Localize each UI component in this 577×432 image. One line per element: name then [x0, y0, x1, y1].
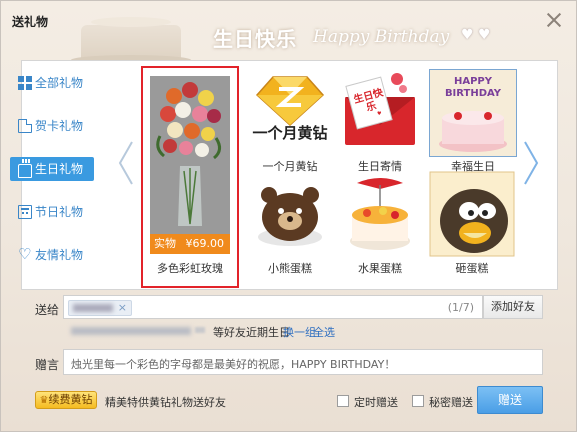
- close-icon[interactable]: [546, 12, 562, 28]
- gift-type-badge: 实物: [154, 237, 176, 250]
- gift-price: ¥69.00: [185, 237, 225, 250]
- message-input[interactable]: 烛光里每一个彩色的字母都是最美好的祝愿，HAPPY BIRTHDAY！: [63, 349, 543, 375]
- sidebar-item-holiday-gifts[interactable]: 节日礼物: [10, 200, 94, 224]
- sidebar-item-label: 全部礼物: [35, 76, 84, 90]
- sidebar-item-all-gifts[interactable]: 全部礼物: [10, 71, 94, 95]
- renew-note: 精美特供黄钻礼物送好友: [105, 396, 226, 409]
- banner-title: 生日快乐: [213, 27, 297, 51]
- grid-icon: [18, 76, 32, 90]
- cake-decoration: [71, 17, 191, 61]
- timed-send-checkbox[interactable]: [337, 395, 349, 407]
- select-all-link[interactable]: 全选: [313, 324, 335, 340]
- recipient-input[interactable]: × (1/7): [63, 295, 483, 319]
- hint-text: 等好友近期生日: [213, 326, 290, 339]
- banner-subtitle: Happy Birthday: [313, 27, 450, 47]
- calendar-icon: [18, 205, 32, 219]
- gift-name: 多色彩虹玫瑰: [157, 262, 223, 275]
- recipient-count: (1/7): [447, 301, 474, 314]
- header-banner: 送礼物 生日快乐 Happy Birthday ♥ ♥: [1, 1, 576, 61]
- gift-thumb-text: 一个月黄钻: [252, 124, 328, 142]
- sidebar-item-card-gifts[interactable]: 贺卡礼物: [10, 114, 94, 138]
- renew-yellow-diamond-button[interactable]: ♛续费黄钻: [35, 391, 97, 409]
- card-icon: [18, 119, 32, 133]
- fruit-cake-icon: [337, 171, 423, 257]
- sidebar-item-friendship-gifts[interactable]: ♡ 友情礼物: [10, 243, 94, 267]
- change-group-link[interactable]: 换一组: [283, 324, 316, 340]
- sidebar-item-label: 贺卡礼物: [35, 119, 84, 133]
- bear-cake-icon: [247, 171, 333, 257]
- penguin-cake-icon: [429, 171, 515, 257]
- gift-name: 水果蛋糕: [358, 262, 402, 275]
- sidebar-item-label: 友情礼物: [35, 248, 84, 262]
- timed-send-label: 定时赠送: [354, 396, 398, 409]
- svg-text:♥: ♥: [377, 111, 382, 117]
- add-friend-button[interactable]: 添加好友: [483, 295, 543, 319]
- birthday-hint-row: 等好友近期生日 换一组 全选: [63, 321, 543, 341]
- gift-window: 送礼物 生日快乐 Happy Birthday ♥ ♥ 全部礼物 贺卡礼物 生日…: [0, 0, 577, 432]
- secret-send-label: 秘密赠送: [429, 396, 473, 409]
- window-title: 送礼物: [12, 15, 49, 29]
- recipient-tag: ×: [68, 300, 132, 316]
- sidebar-item-label: 生日礼物: [35, 162, 84, 176]
- remove-recipient-icon[interactable]: ×: [118, 301, 127, 315]
- friend-names: [71, 327, 191, 335]
- heart-icon: ♡: [18, 245, 32, 263]
- message-text: 烛光里每一个彩色的字母都是最美好的祝愿，HAPPY BIRTHDAY！: [71, 358, 396, 371]
- previous-arrow-icon[interactable]: [117, 140, 135, 186]
- sidebar-item-birthday-gifts[interactable]: 生日礼物: [10, 157, 94, 181]
- heart-icon: ♥ ♥: [461, 27, 491, 43]
- renew-label: 续费黄钻: [48, 393, 93, 406]
- friend-names: [195, 327, 205, 333]
- cake-icon: [18, 159, 32, 178]
- send-button[interactable]: 赠送: [477, 386, 543, 414]
- price-bar: 实物 ¥69.00: [150, 234, 230, 254]
- rose-bouquet-image: [150, 76, 230, 234]
- featured-gift-card[interactable]: 实物 ¥69.00 多色彩虹玫瑰: [141, 66, 239, 288]
- recipient-label: 送给: [35, 303, 60, 317]
- recipient-name: [73, 304, 113, 312]
- sidebar-item-label: 节日礼物: [35, 205, 84, 219]
- gift-thumb-text: HAPPY BIRTHDAY: [444, 76, 502, 99]
- gift-name: 砸蛋糕: [455, 262, 489, 275]
- message-label: 赠言: [35, 358, 60, 372]
- secret-send-checkbox[interactable]: [412, 395, 424, 407]
